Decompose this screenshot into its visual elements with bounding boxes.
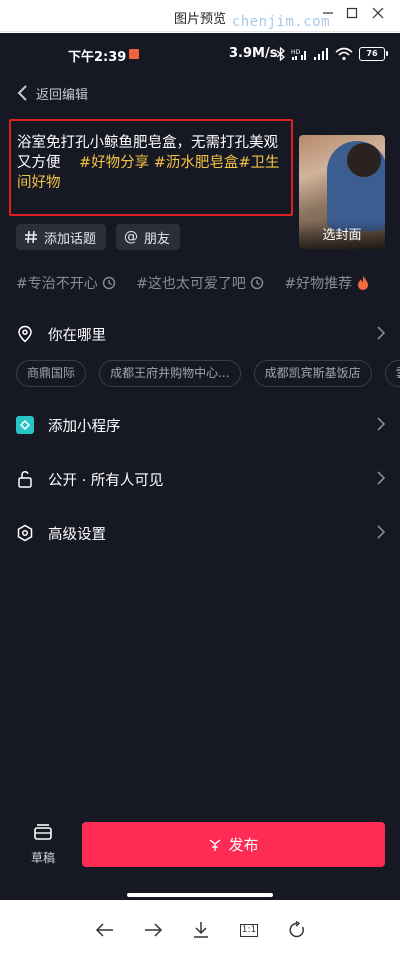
signal-icon bbox=[314, 48, 328, 60]
draft-button[interactable]: 草稿 bbox=[28, 823, 58, 866]
hd-signal-icon: HD bbox=[291, 49, 306, 60]
suggested-hashtag[interactable]: #好物推荐 bbox=[284, 273, 370, 293]
back-to-edit-button[interactable]: 返回编辑 bbox=[16, 81, 88, 105]
chevron-right-icon bbox=[377, 417, 386, 431]
maximize-button[interactable] bbox=[340, 5, 364, 25]
hashtag-icon bbox=[25, 230, 37, 244]
previous-image-button[interactable] bbox=[93, 918, 117, 942]
draft-label: 草稿 bbox=[30, 851, 55, 865]
location-pin-icon bbox=[18, 325, 32, 343]
visibility-label: 公开 · 所有人可见 bbox=[48, 472, 164, 489]
location-option[interactable]: 商鼎国际 bbox=[16, 360, 87, 387]
advanced-settings-row[interactable]: 高级设置 bbox=[16, 519, 386, 547]
fire-icon bbox=[358, 276, 369, 290]
chevron-left-icon bbox=[17, 85, 27, 101]
add-mini-program-label: 添加小程序 bbox=[48, 418, 121, 435]
download-button[interactable] bbox=[189, 918, 213, 942]
next-image-button[interactable] bbox=[141, 918, 165, 942]
actual-size-label: 1:1 bbox=[239, 923, 259, 937]
actual-size-button[interactable]: 1:1 bbox=[237, 918, 261, 942]
location-option[interactable]: 成都凯宾斯基饭店 bbox=[253, 360, 372, 387]
minimize-button[interactable] bbox=[316, 5, 340, 25]
suggested-hashtag[interactable]: #专治不开心 bbox=[16, 273, 116, 293]
add-mini-program-row[interactable]: 添加小程序 bbox=[16, 411, 386, 439]
visibility-row[interactable]: 公开 · 所有人可见 bbox=[16, 465, 386, 493]
draft-box-icon bbox=[34, 824, 52, 840]
location-option[interactable]: 雲 bbox=[384, 360, 400, 387]
location-option[interactable]: 成都王府井购物中心... bbox=[99, 360, 241, 387]
mini-program-icon bbox=[16, 416, 34, 434]
bottom-action-bar: 草稿 发布 bbox=[0, 803, 400, 900]
location-suggestions: 商鼎国际 成都王府井购物中心... 成都凯宾斯基饭店 雲 bbox=[16, 360, 400, 387]
select-cover-button[interactable]: 选封面 bbox=[299, 135, 385, 249]
arrow-left-icon bbox=[95, 923, 113, 937]
location-row[interactable]: 你在哪里 bbox=[16, 320, 386, 348]
back-label: 返回编辑 bbox=[36, 87, 89, 103]
battery-icon: 76 bbox=[359, 47, 388, 61]
publish-sparkle-icon bbox=[210, 838, 221, 851]
close-icon bbox=[372, 7, 384, 19]
cover-thumbnail-head bbox=[347, 143, 381, 177]
clock-icon bbox=[102, 276, 115, 290]
recording-icon bbox=[129, 49, 139, 59]
settings-hexagon-icon bbox=[17, 524, 33, 542]
status-bar: 下午2:39 3.9M/s HD 76 bbox=[0, 33, 400, 75]
viewer-title-bar: 图片预览 chenjim.com bbox=[0, 0, 400, 32]
select-cover-label: 选封面 bbox=[322, 228, 362, 243]
chevron-right-icon bbox=[377, 326, 386, 340]
status-icons: HD 76 bbox=[276, 45, 388, 63]
mention-friend-chip[interactable]: @ 朋友 bbox=[116, 224, 181, 250]
maximize-icon bbox=[346, 7, 358, 19]
chevron-right-icon bbox=[377, 525, 386, 539]
wifi-icon bbox=[335, 47, 353, 61]
svg-text:HD: HD bbox=[291, 49, 301, 56]
caption-input[interactable]: 浴室免打孔小鲸鱼肥皂盒，无需打孔美观又方便 #好物分享 #沥水肥皂盒#卫生间好物 bbox=[17, 133, 285, 193]
clock-icon bbox=[250, 276, 264, 290]
publish-button[interactable]: 发布 bbox=[82, 822, 385, 867]
status-time: 下午2:39 bbox=[68, 50, 127, 65]
minimize-icon bbox=[323, 12, 333, 14]
suggested-hashtag[interactable]: #这也太可爱了吧 bbox=[136, 273, 264, 293]
close-button[interactable] bbox=[366, 5, 390, 25]
bluetooth-icon bbox=[276, 47, 285, 61]
rotate-button[interactable] bbox=[285, 918, 309, 942]
phone-screen: 下午2:39 3.9M/s HD 76 返回编辑 浴室免打孔小鲸鱼肥皂盒，无需打… bbox=[0, 33, 400, 900]
unlock-icon bbox=[18, 471, 32, 488]
add-topic-chip[interactable]: 添加话题 bbox=[16, 224, 107, 250]
arrow-right-icon bbox=[145, 923, 163, 937]
network-speed: 3.9M/s bbox=[229, 46, 278, 61]
location-label: 你在哪里 bbox=[48, 327, 106, 344]
add-topic-label: 添加话题 bbox=[44, 231, 97, 247]
publish-label: 发布 bbox=[228, 836, 259, 854]
suggested-hashtags: #专治不开心 #这也太可爱了吧 #好物推荐 bbox=[16, 273, 400, 295]
chevron-right-icon bbox=[377, 471, 386, 485]
download-icon bbox=[194, 922, 208, 938]
mention-friend-label: 朋友 bbox=[144, 231, 171, 247]
advanced-settings-label: 高级设置 bbox=[48, 526, 106, 543]
at-icon: @ bbox=[124, 229, 138, 245]
home-indicator[interactable] bbox=[127, 893, 273, 897]
viewer-toolbar: 1:1 bbox=[0, 900, 400, 960]
rotate-icon bbox=[289, 921, 304, 938]
